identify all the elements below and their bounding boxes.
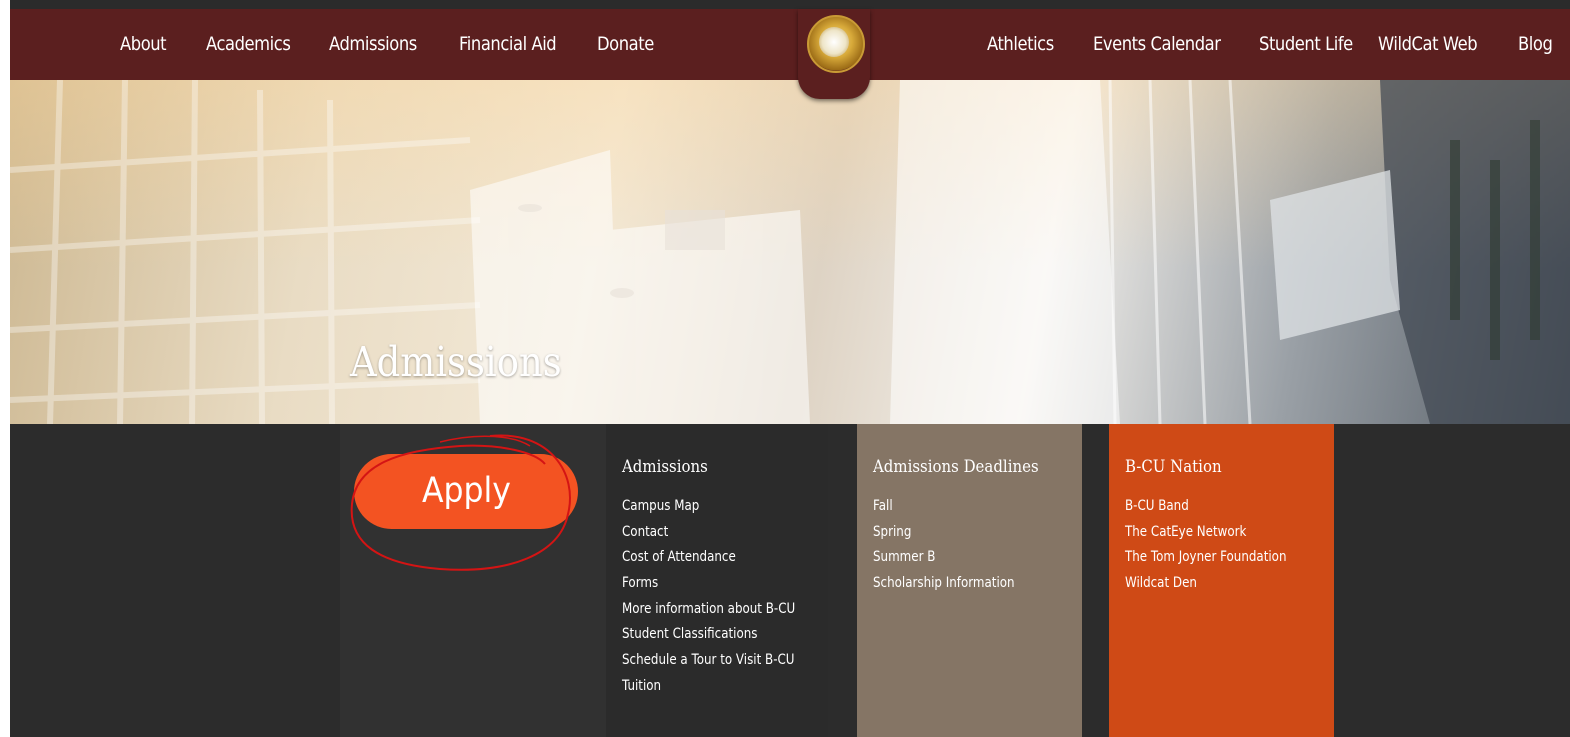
link-fall[interactable]: Fall [873, 494, 1015, 520]
link-contact[interactable]: Contact [622, 520, 795, 546]
link-forms[interactable]: Forms [622, 571, 795, 597]
link-spring[interactable]: Spring [873, 520, 1015, 546]
apply-button[interactable]: Apply [354, 454, 578, 529]
link-schedule-tour[interactable]: Schedule a Tour to Visit B-CU [622, 648, 795, 674]
nav-financial-aid[interactable]: Financial Aid [459, 9, 557, 80]
page-title: Admissions [350, 338, 562, 386]
link-tuition[interactable]: Tuition [622, 674, 795, 700]
seal-center [819, 27, 849, 57]
nav-academics[interactable]: Academics [206, 9, 291, 80]
admissions-panel: Admissions Campus Map Contact Cost of At… [606, 424, 828, 737]
deadlines-links: Fall Spring Summer B Scholarship Informa… [873, 494, 1046, 597]
link-tom-joyner-foundation[interactable]: The Tom Joyner Foundation [1125, 545, 1286, 571]
bcu-nation-panel: B-CU Nation B-CU Band The CatEye Network… [1109, 424, 1334, 737]
page-frame: About Academics Admissions Financial Aid… [10, 0, 1570, 737]
apply-button-label: Apply [421, 471, 511, 511]
university-seal-icon[interactable] [798, 9, 870, 99]
nav-about[interactable]: About [120, 9, 167, 80]
link-cost-of-attendance[interactable]: Cost of Attendance [622, 545, 795, 571]
nav-student-life[interactable]: Student Life [1259, 9, 1353, 80]
link-summer-b[interactable]: Summer B [873, 545, 1015, 571]
admissions-links: Campus Map Contact Cost of Attendance Fo… [622, 494, 833, 700]
link-campus-map[interactable]: Campus Map [622, 494, 795, 520]
top-navigation: About Academics Admissions Financial Aid… [10, 9, 1570, 80]
link-wildcat-den[interactable]: Wildcat Den [1125, 571, 1286, 597]
nav-blog[interactable]: Blog [1518, 9, 1553, 80]
link-cateye-network[interactable]: The CatEye Network [1125, 520, 1286, 546]
quick-links-section: Apply Admissions Campus Map Contact Cost… [10, 424, 1570, 737]
deadlines-heading: Admissions Deadlines [873, 457, 1039, 477]
nav-donate[interactable]: Donate [597, 9, 654, 80]
hero-background-image [10, 80, 1570, 424]
nav-events-calendar[interactable]: Events Calendar [1093, 9, 1221, 80]
bcu-nation-links: B-CU Band The CatEye Network The Tom Joy… [1125, 494, 1322, 597]
link-student-classifications[interactable]: Student Classifications [622, 622, 795, 648]
link-scholarship-information[interactable]: Scholarship Information [873, 571, 1015, 597]
nav-athletics[interactable]: Athletics [987, 9, 1054, 80]
link-bcu-band[interactable]: B-CU Band [1125, 494, 1286, 520]
apply-panel: Apply [340, 424, 606, 737]
nav-admissions[interactable]: Admissions [329, 9, 417, 80]
deadlines-panel: Admissions Deadlines Fall Spring Summer … [857, 424, 1082, 737]
bcu-nation-heading: B-CU Nation [1125, 457, 1222, 477]
hero-banner: Admissions [10, 80, 1570, 424]
link-more-information[interactable]: More information about B-CU [622, 597, 795, 623]
admissions-heading: Admissions [622, 457, 708, 477]
nav-wildcat-web[interactable]: WildCat Web [1378, 9, 1478, 80]
